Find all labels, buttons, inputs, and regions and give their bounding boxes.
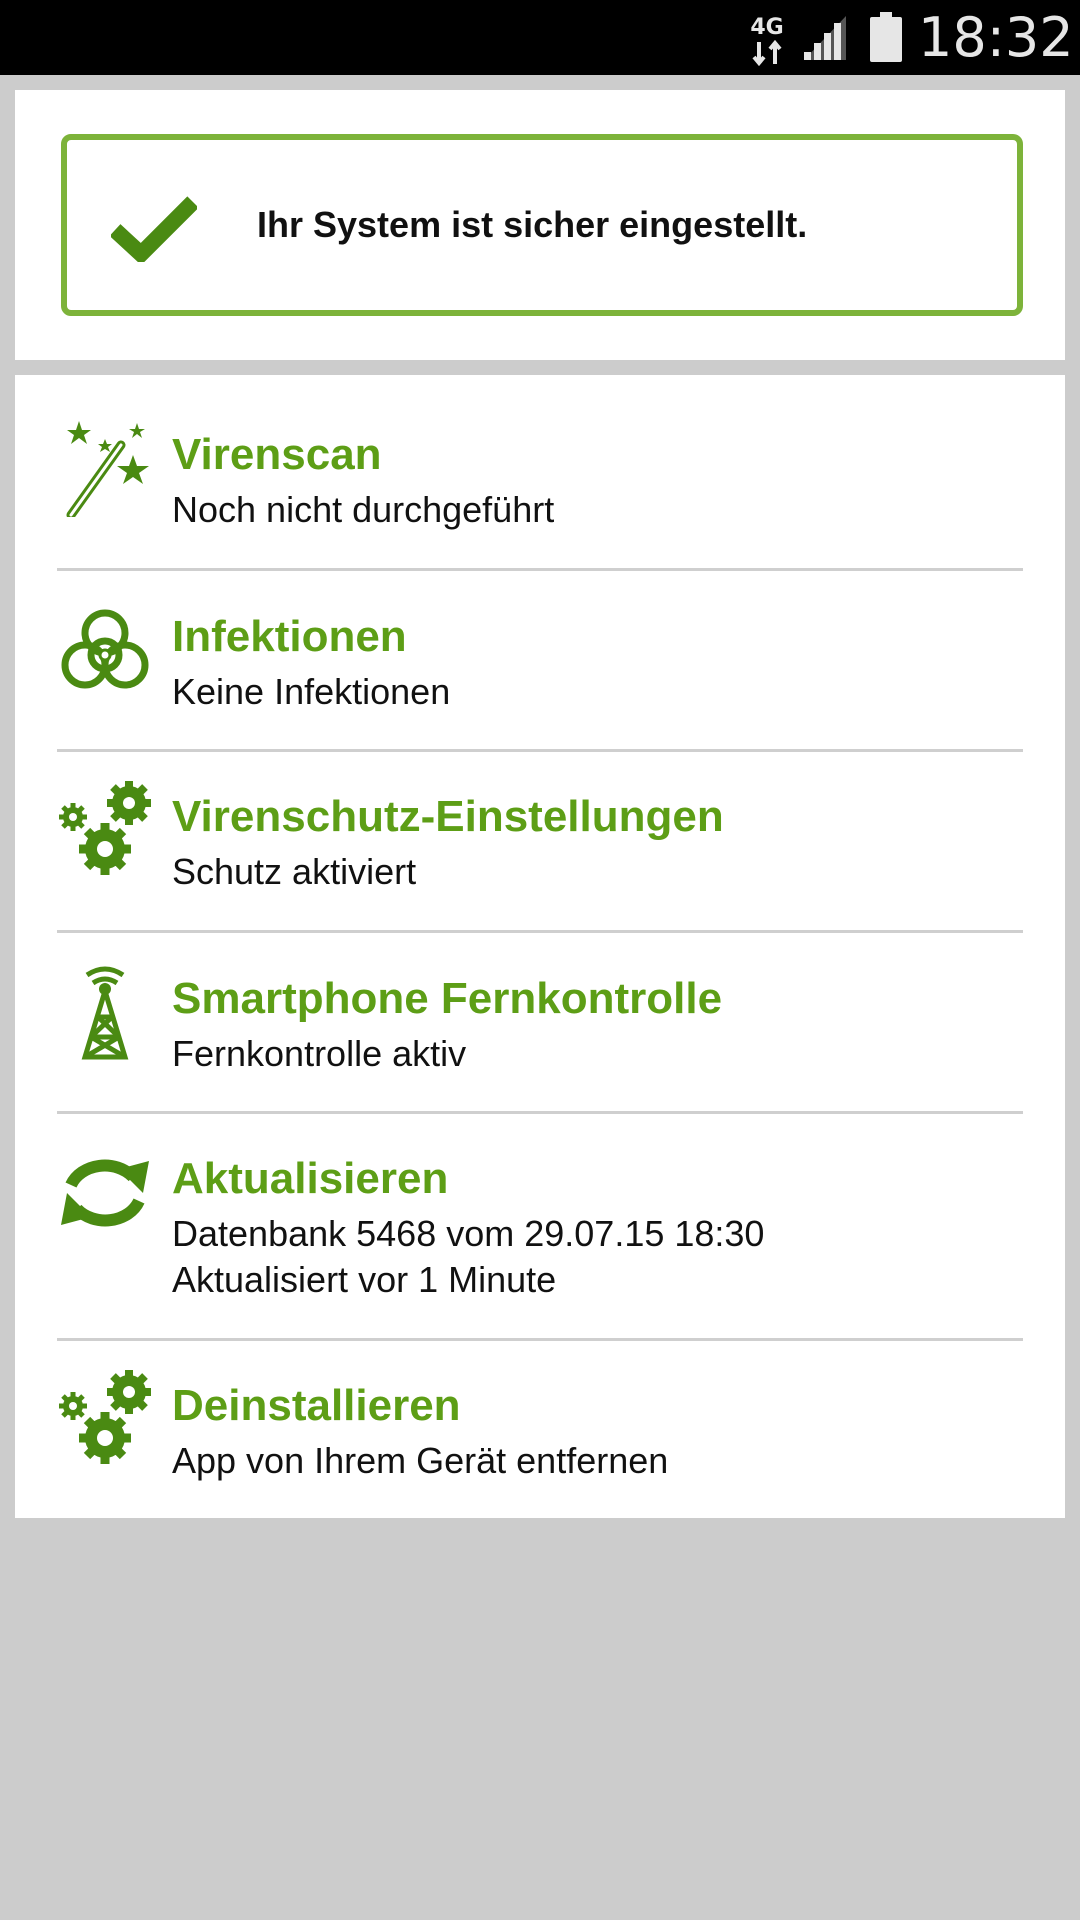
menu-item-title: Virenschutz-Einstellungen bbox=[172, 792, 724, 841]
menu-item-subtitle: Fernkontrolle aktiv bbox=[172, 1033, 467, 1074]
menu-list: Virenscan Noch nicht durchgeführt Infekt… bbox=[15, 375, 1065, 1518]
menu-item-virenscan[interactable]: Virenscan Noch nicht durchgeführt bbox=[57, 421, 1023, 561]
menu-item-subtitle: Datenbank 5468 vom 29.07.15 18:30 bbox=[172, 1213, 765, 1254]
divider bbox=[57, 930, 1023, 933]
menu-item-subtitle: App von Ihrem Gerät entfernen bbox=[172, 1440, 669, 1481]
security-status-banner[interactable]: Ihr System ist sicher eingestellt. bbox=[61, 134, 1023, 316]
divider bbox=[57, 568, 1023, 571]
status-clock: 18:32 bbox=[918, 6, 1074, 69]
menu-item-subtitle: Schutz aktiviert bbox=[172, 851, 417, 892]
checkmark-icon bbox=[111, 196, 197, 262]
divider bbox=[57, 749, 1023, 752]
security-status-card: Ihr System ist sicher eingestellt. bbox=[15, 90, 1065, 360]
menu-item-title: Virenscan bbox=[172, 430, 382, 479]
menu-item-title: Aktualisieren bbox=[172, 1154, 449, 1203]
menu-item-aktualisieren[interactable]: Aktualisieren Datenbank 5468 vom 29.07.1… bbox=[57, 1145, 1023, 1335]
menu-item-deinstallieren[interactable]: Deinstallieren App von Ihrem Gerät entfe… bbox=[57, 1370, 1023, 1512]
divider bbox=[57, 1111, 1023, 1114]
magic-wand-icon bbox=[66, 421, 149, 517]
gears-icon bbox=[59, 781, 151, 875]
biohazard-icon bbox=[61, 609, 149, 689]
menu-item-title: Deinstallieren bbox=[172, 1381, 461, 1430]
antenna-tower-icon bbox=[81, 966, 129, 1060]
refresh-icon bbox=[61, 1159, 149, 1227]
battery-icon bbox=[870, 12, 902, 62]
menu-item-virenschutz-einstellungen[interactable]: Virenschutz-Einstellungen Schutz aktivie… bbox=[57, 781, 1023, 923]
menu-item-infektionen[interactable]: Infektionen Keine Infektionen bbox=[57, 603, 1023, 743]
menu-item-title: Smartphone Fernkontrolle bbox=[172, 974, 723, 1023]
menu-item-subtitle-secondary: Aktualisiert vor 1 Minute bbox=[172, 1259, 557, 1300]
network-type-label: 4G bbox=[750, 15, 783, 40]
divider bbox=[57, 1338, 1023, 1341]
security-status-message: Ihr System ist sicher eingestellt. bbox=[257, 204, 808, 245]
status-bar: 4G 18:32 bbox=[0, 0, 1080, 75]
gears-icon bbox=[59, 1370, 151, 1464]
menu-item-subtitle: Keine Infektionen bbox=[172, 671, 451, 712]
menu-item-title: Infektionen bbox=[172, 612, 407, 661]
signal-strength-icon bbox=[804, 16, 846, 60]
menu-item-subtitle: Noch nicht durchgeführt bbox=[172, 489, 555, 530]
menu-item-smartphone-fernkontrolle[interactable]: Smartphone Fernkontrolle Fernkontrolle a… bbox=[57, 965, 1023, 1105]
network-4g-icon: 4G bbox=[750, 15, 784, 66]
